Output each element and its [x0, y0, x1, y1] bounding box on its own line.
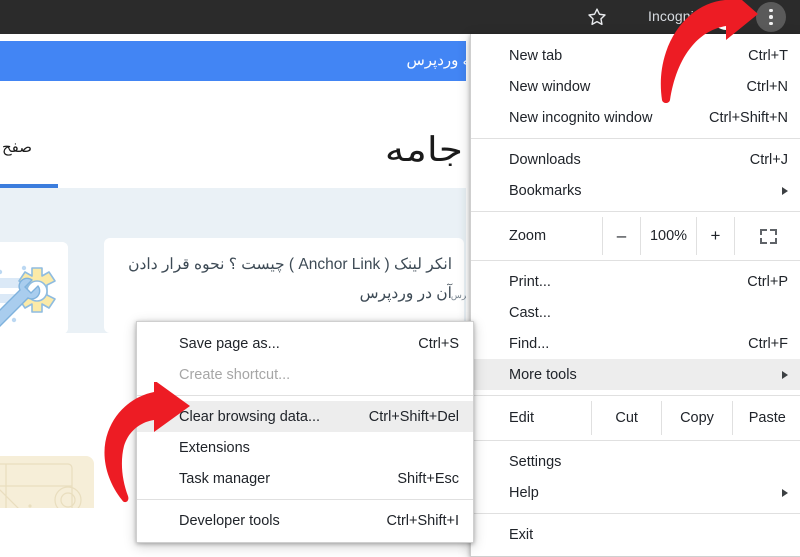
browser-toolbar: Incognito	[0, 0, 800, 34]
menu-item-bookmarks[interactable]: Bookmarks	[471, 175, 800, 206]
menu-item-label: Downloads	[509, 151, 581, 168]
incognito-icon	[719, 11, 733, 23]
chevron-right-icon	[782, 370, 788, 379]
menu-separator	[137, 395, 473, 396]
menu-item-label: Help	[509, 484, 539, 501]
menu-dot	[769, 21, 773, 26]
menu-separator	[471, 395, 800, 396]
menu-item-label: Developer tools	[179, 512, 280, 529]
menu-item-label: Cast...	[509, 304, 551, 321]
site-nav-item[interactable]: صفح	[2, 138, 32, 156]
fullscreen-icon	[760, 228, 777, 244]
menu-separator	[137, 499, 473, 500]
menu-separator	[471, 513, 800, 514]
zoom-level-value: 100%	[640, 217, 696, 255]
menu-separator	[471, 440, 800, 441]
gear-wrench-icon	[0, 242, 68, 334]
zoom-in-button[interactable]: +	[696, 217, 734, 255]
chrome-main-menu[interactable]: New tab Ctrl+T New window Ctrl+N New inc…	[470, 34, 800, 557]
paste-button[interactable]: Paste	[731, 401, 800, 435]
menu-item-label: More tools	[509, 366, 577, 383]
zoom-label: Zoom	[509, 228, 547, 244]
submenu-item-extensions[interactable]: Extensions	[137, 432, 473, 463]
menu-item-find[interactable]: Find... Ctrl+F	[471, 328, 800, 359]
menu-item-label: Save page as...	[179, 335, 280, 352]
menu-item-cast[interactable]: Cast...	[471, 297, 800, 328]
cut-button[interactable]: Cut	[591, 401, 661, 435]
submenu-item-task-manager[interactable]: Task manager Shift+Esc	[137, 463, 473, 494]
menu-separator	[471, 260, 800, 261]
zoom-controls: – 100% +	[602, 217, 800, 255]
submenu-item-clear-browsing-data[interactable]: Clear browsing data... Ctrl+Shift+Del	[137, 401, 473, 432]
incognito-hat-icon[interactable]	[713, 4, 739, 30]
menu-separator	[471, 138, 800, 139]
chrome-menu-button[interactable]	[756, 2, 786, 32]
card-article-title: انکر لینک ( Anchor Link ) چیست ؟ نحوه قر…	[128, 256, 452, 302]
site-logo: جامه	[385, 130, 464, 170]
menu-item-exit[interactable]: Exit	[471, 519, 800, 550]
submenu-item-save-page-as[interactable]: Save page as... Ctrl+S	[137, 328, 473, 359]
menu-dot	[769, 15, 773, 19]
more-tools-submenu[interactable]: Save page as... Ctrl+S Create shortcut..…	[136, 321, 474, 543]
copy-button[interactable]: Copy	[661, 401, 731, 435]
menu-row-zoom: Zoom – 100% +	[471, 217, 800, 255]
menu-item-shortcut: Ctrl+Shift+I	[386, 512, 459, 529]
menu-item-label: New incognito window	[509, 109, 653, 126]
menu-separator	[471, 211, 800, 212]
incognito-label: Incognito	[648, 8, 706, 24]
menu-item-label: Clear browsing data...	[179, 408, 321, 425]
edit-label: Edit	[509, 410, 534, 426]
menu-item-print[interactable]: Print... Ctrl+P	[471, 266, 800, 297]
menu-item-label: Find...	[509, 335, 550, 352]
menu-dot	[769, 8, 773, 13]
menu-item-shortcut: Ctrl+P	[747, 273, 788, 290]
card-illustration[interactable]	[0, 242, 68, 334]
menu-item-label: Bookmarks	[509, 182, 582, 199]
card-article[interactable]: انکر لینک ( Anchor Link ) چیست ؟ نحوه قر…	[104, 238, 482, 333]
menu-item-label: Extensions	[179, 439, 250, 456]
menu-item-shortcut: Ctrl+T	[748, 47, 788, 64]
menu-item-downloads[interactable]: Downloads Ctrl+J	[471, 144, 800, 175]
menu-item-shortcut: Ctrl+Shift+Del	[368, 408, 459, 425]
menu-item-shortcut: Ctrl+J	[749, 151, 788, 168]
submenu-item-developer-tools[interactable]: Developer tools Ctrl+Shift+I	[137, 505, 473, 536]
fullscreen-button[interactable]	[734, 217, 800, 255]
submenu-item-create-shortcut: Create shortcut...	[137, 359, 473, 390]
menu-item-label: New tab	[509, 47, 563, 64]
menu-item-shortcut: Ctrl+Shift+N	[709, 109, 788, 126]
menu-item-label: Exit	[509, 526, 534, 543]
chevron-right-icon	[782, 488, 788, 497]
menu-item-label: New window	[509, 78, 591, 95]
menu-item-label: Print...	[509, 273, 551, 290]
menu-item-more-tools[interactable]: More tools	[471, 359, 800, 390]
menu-item-label: Create shortcut...	[179, 366, 291, 383]
menu-item-settings[interactable]: Settings	[471, 446, 800, 477]
bookmark-star-icon[interactable]	[586, 6, 608, 28]
menu-item-shortcut: Ctrl+F	[748, 335, 788, 352]
zoom-out-button[interactable]: –	[602, 217, 640, 255]
menu-item-shortcut: Shift+Esc	[397, 470, 459, 487]
menu-item-new-tab[interactable]: New tab Ctrl+T	[471, 40, 800, 71]
menu-item-new-window[interactable]: New window Ctrl+N	[471, 71, 800, 102]
chevron-right-icon	[782, 186, 788, 195]
menu-item-help[interactable]: Help	[471, 477, 800, 508]
menu-item-shortcut: Ctrl+N	[746, 78, 789, 95]
menu-item-label: Task manager	[179, 470, 271, 487]
menu-item-shortcut: Ctrl+S	[418, 335, 459, 352]
menu-row-edit: Edit Cut Copy Paste	[471, 401, 800, 435]
star-icon	[588, 8, 606, 26]
menu-item-new-incognito-window[interactable]: New incognito window Ctrl+Shift+N	[471, 102, 800, 133]
menu-item-label: Settings	[509, 453, 562, 470]
